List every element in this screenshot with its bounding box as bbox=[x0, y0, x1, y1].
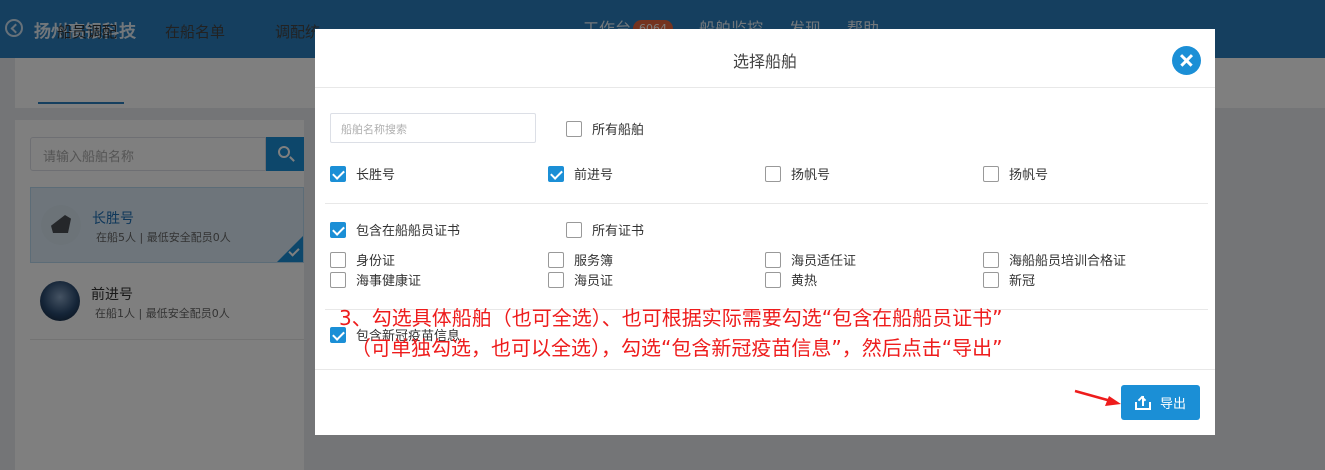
checkbox-label: 身份证 bbox=[356, 254, 396, 269]
cert-checkbox[interactable]: 黄热 bbox=[765, 270, 817, 289]
cert-checkbox[interactable]: 身份证 bbox=[330, 250, 395, 269]
checkbox-box bbox=[983, 165, 999, 182]
cert-checkbox[interactable]: 海事健康证 bbox=[330, 270, 421, 289]
checkbox-label: 前进号 bbox=[574, 168, 614, 183]
checkbox-box bbox=[548, 251, 564, 268]
export-label: 导出 bbox=[1159, 397, 1186, 412]
checkbox-box bbox=[765, 251, 781, 268]
close-icon[interactable] bbox=[1172, 46, 1201, 75]
checkbox-label: 所有船舶 bbox=[592, 123, 645, 138]
modal-footer-divider bbox=[315, 369, 1215, 370]
checkbox-label: 包含新冠疫苗信息 bbox=[356, 329, 461, 344]
all-certs-checkbox[interactable]: 所有证书 bbox=[566, 220, 644, 239]
checkbox-label: 扬帆号 bbox=[1009, 168, 1049, 183]
checkbox-label: 海船船员培训合格证 bbox=[1009, 254, 1127, 269]
cert-checkbox[interactable]: 海员证 bbox=[548, 270, 613, 289]
ship-name-search-input[interactable]: 船舶名称搜索 bbox=[330, 113, 536, 143]
checkbox-label: 长胜号 bbox=[356, 168, 396, 183]
cert-checkbox[interactable]: 新冠 bbox=[983, 270, 1035, 289]
checkbox-label: 包含在船船员证书 bbox=[356, 224, 461, 239]
checkbox-box bbox=[548, 165, 564, 182]
checkbox-box bbox=[566, 221, 582, 238]
checkbox-box bbox=[548, 271, 564, 288]
checkbox-box bbox=[330, 251, 346, 268]
modal-title: 选择船舶 bbox=[732, 52, 797, 71]
include-vaccine-checkbox[interactable]: 包含新冠疫苗信息 bbox=[330, 325, 460, 344]
divider bbox=[325, 309, 1208, 310]
ship-checkbox[interactable]: 扬帆号 bbox=[765, 164, 830, 183]
checkbox-label: 海事健康证 bbox=[356, 274, 422, 289]
annotation-arrow-icon bbox=[1074, 389, 1121, 406]
checkbox-label: 新冠 bbox=[1009, 274, 1036, 289]
export-button[interactable]: 导出 bbox=[1121, 385, 1200, 420]
checkbox-label: 海员适任证 bbox=[791, 254, 857, 269]
checkbox-box bbox=[330, 326, 346, 343]
checkbox-label: 黄热 bbox=[791, 274, 818, 289]
checkbox-label: 所有证书 bbox=[592, 224, 645, 239]
checkbox-box bbox=[566, 120, 582, 137]
ship-checkbox[interactable]: 扬帆号 bbox=[983, 164, 1048, 183]
cert-checkbox[interactable]: 服务簿 bbox=[548, 250, 613, 269]
include-certs-checkbox[interactable]: 包含在船船员证书 bbox=[330, 220, 460, 239]
checkbox-box bbox=[765, 271, 781, 288]
checkbox-box bbox=[330, 271, 346, 288]
upload-icon bbox=[1134, 395, 1151, 410]
select-ship-modal: 选择船舶 船舶名称搜索 所有船舶 长胜号 前进号 扬帆号 扬帆号 包含在船船员证… bbox=[315, 29, 1215, 435]
checkbox-box bbox=[983, 251, 999, 268]
all-ships-checkbox[interactable]: 所有船舶 bbox=[566, 119, 644, 138]
checkbox-box bbox=[330, 165, 346, 182]
checkbox-label: 海员证 bbox=[574, 274, 614, 289]
ship-checkbox[interactable]: 长胜号 bbox=[330, 164, 395, 183]
checkbox-label: 服务簿 bbox=[574, 254, 614, 269]
checkbox-label: 扬帆号 bbox=[791, 168, 831, 183]
checkbox-box bbox=[983, 271, 999, 288]
modal-header: 选择船舶 bbox=[315, 29, 1215, 88]
divider bbox=[325, 203, 1208, 204]
cert-checkbox[interactable]: 海员适任证 bbox=[765, 250, 856, 269]
cert-checkbox[interactable]: 海船船员培训合格证 bbox=[983, 250, 1126, 269]
ship-checkbox[interactable]: 前进号 bbox=[548, 164, 613, 183]
checkbox-box bbox=[765, 165, 781, 182]
checkbox-box bbox=[330, 221, 346, 238]
